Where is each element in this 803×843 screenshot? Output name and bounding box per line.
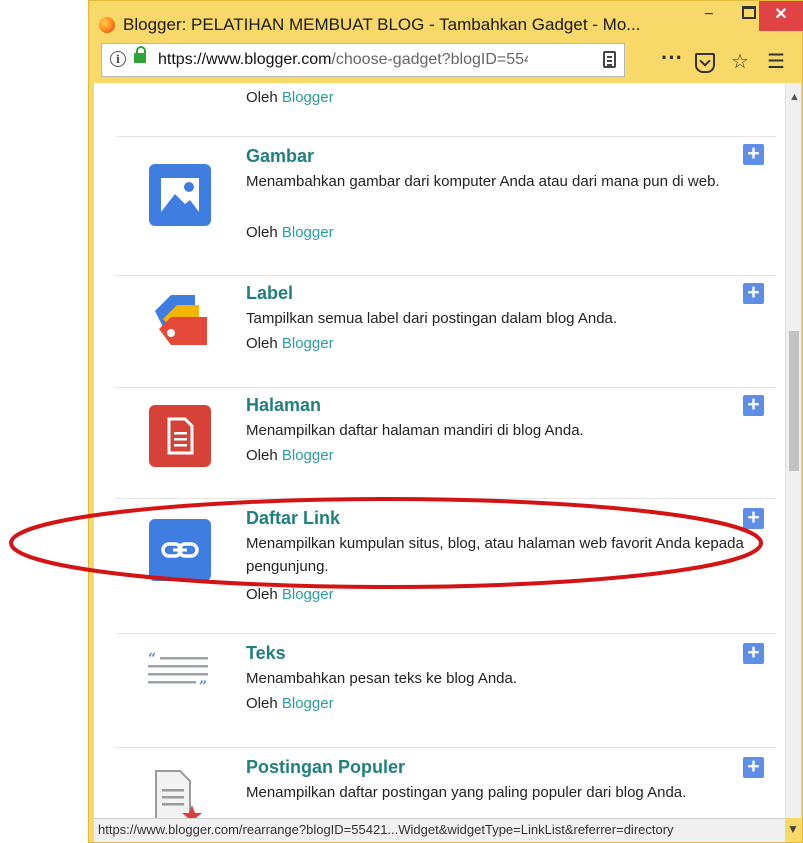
image-icon	[149, 164, 211, 226]
gadget-author: Oleh Blogger	[246, 335, 334, 352]
scrollbar-thumb[interactable]	[789, 331, 799, 471]
author-prefix: Oleh	[246, 447, 282, 464]
gadget-title[interactable]: Gambar	[246, 146, 314, 167]
author-link[interactable]: Blogger	[282, 335, 334, 352]
reader-view-icon[interactable]	[603, 51, 616, 68]
separator	[116, 633, 776, 634]
label-tag-icon	[149, 289, 213, 353]
close-button[interactable]: ✕	[759, 1, 803, 31]
scroll-up-arrow-icon[interactable]: ▲	[789, 91, 800, 103]
gadget-title[interactable]: Label	[246, 283, 293, 304]
url-text[interactable]: https://www.blogger.com/choose-gadget?bl…	[158, 51, 528, 69]
link-chain-icon	[149, 519, 211, 581]
gadget-list: Oleh Blogger Gambar Menambahkan gambar d…	[94, 83, 785, 818]
gadget-title[interactable]: Teks	[246, 643, 286, 664]
gadget-description: Menampilkan kumpulan situs, blog, atau h…	[246, 535, 744, 575]
pocket-icon[interactable]	[695, 53, 715, 73]
gadget-description: Tampilkan semua label dari postingan dal…	[246, 310, 618, 327]
add-gadget-button[interactable]: +	[743, 143, 764, 165]
separator	[116, 136, 776, 137]
maximize-icon	[742, 6, 756, 19]
author-prefix: Oleh	[246, 586, 282, 603]
title-bar: Blogger: PELATIHAN MEMBUAT BLOG - Tambah…	[89, 1, 803, 43]
separator	[116, 387, 776, 388]
vertical-scrollbar[interactable]: ▲	[785, 83, 801, 818]
gadget-title[interactable]: Halaman	[246, 395, 321, 416]
add-gadget-button[interactable]: +	[743, 756, 764, 778]
window-title: Blogger: PELATIHAN MEMBUAT BLOG - Tambah…	[123, 15, 641, 34]
add-gadget-button[interactable]: +	[743, 282, 764, 304]
hamburger-menu-icon[interactable]: ☰	[767, 49, 785, 74]
gadget-description: Menambahkan pesan teks ke blog Anda.	[246, 670, 518, 687]
gadget-description: Menampilkan daftar postingan yang paling…	[246, 784, 687, 801]
add-gadget-button[interactable]: +	[743, 507, 764, 529]
gadget-author: Oleh Blogger	[246, 224, 334, 241]
firefox-icon	[99, 17, 115, 33]
gadget-author: Oleh Blogger	[246, 586, 334, 603]
author-link[interactable]: Blogger	[282, 586, 334, 603]
url-bar[interactable]: i https://www.blogger.com/choose-gadget?…	[101, 43, 625, 77]
gadget-author: Oleh Blogger	[246, 447, 334, 464]
author-prefix: Oleh	[246, 89, 282, 106]
add-gadget-button[interactable]: +	[743, 394, 764, 416]
separator	[116, 275, 776, 276]
svg-text:”: ”	[199, 679, 207, 691]
gadget-title[interactable]: Daftar Link	[246, 508, 340, 529]
text-quote-icon: “ ”	[146, 651, 212, 695]
author-link[interactable]: Blogger	[282, 447, 334, 464]
popular-posts-icon	[152, 767, 202, 818]
author-prefix: Oleh	[246, 335, 282, 352]
url-path: /choose-gadget?blogID=5542	[331, 51, 528, 68]
info-icon[interactable]: i	[110, 51, 126, 67]
scroll-down-arrow-icon[interactable]: ▼	[787, 822, 799, 836]
add-gadget-button[interactable]: +	[743, 642, 764, 664]
separator	[116, 747, 776, 748]
svg-text:“: “	[148, 651, 156, 667]
author-link[interactable]: Blogger	[282, 695, 334, 712]
browser-window: Blogger: PELATIHAN MEMBUAT BLOG - Tambah…	[88, 0, 803, 843]
more-actions-icon[interactable]: ···	[661, 45, 683, 71]
author-link[interactable]: Blogger	[282, 224, 334, 241]
gadget-description: Menampilkan daftar halaman mandiri di bl…	[246, 422, 584, 439]
author-prefix: Oleh	[246, 224, 282, 241]
author-prefix: Oleh	[246, 695, 282, 712]
bookmark-star-icon[interactable]: ☆	[731, 49, 749, 74]
gadget-author: Oleh Blogger	[246, 695, 334, 712]
url-host: https://www.blogger.com	[158, 51, 332, 68]
nav-bar: i https://www.blogger.com/choose-gadget?…	[95, 43, 795, 81]
gadget-description: Menambahkan gambar dari komputer Anda at…	[246, 173, 720, 190]
lock-icon	[134, 46, 146, 63]
author-link[interactable]: Blogger	[282, 89, 334, 106]
page-document-icon	[149, 405, 211, 467]
partial-author: Oleh Blogger	[246, 89, 334, 106]
separator	[116, 498, 776, 499]
status-bar-url: https://www.blogger.com/rearrange?blogID…	[94, 818, 785, 842]
gadget-title[interactable]: Postingan Populer	[246, 757, 405, 778]
minimize-button[interactable]: −	[689, 1, 729, 31]
